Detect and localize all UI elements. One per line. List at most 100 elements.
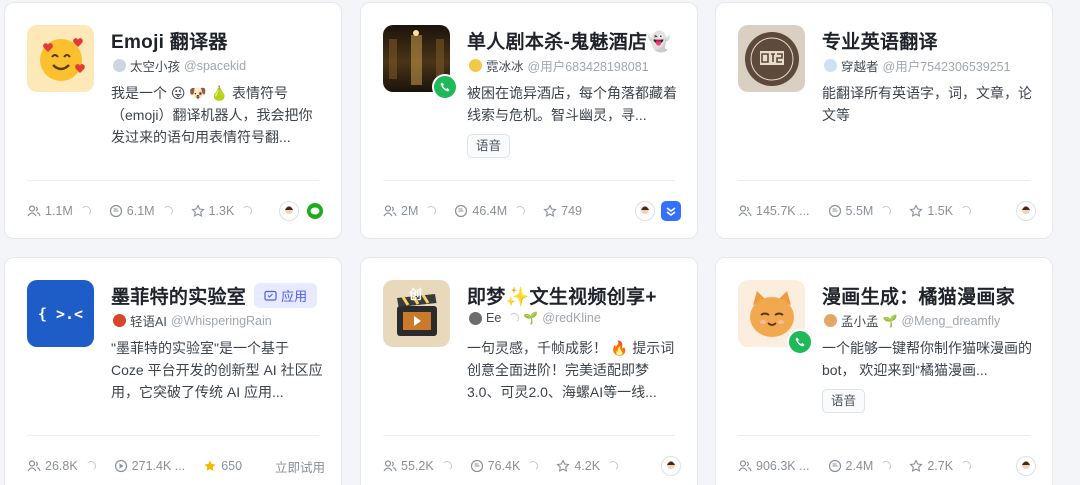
voice-call-icon <box>787 329 813 355</box>
author-name[interactable]: 太空小孩 <box>130 56 180 75</box>
feishu-icon <box>661 201 681 221</box>
loading-spinner-icon <box>528 461 539 471</box>
favorites-count: 4.2K <box>574 459 601 473</box>
creator-avatar-icon <box>279 201 299 221</box>
play-icon <box>114 459 127 473</box>
author-name[interactable]: 穿越者 <box>841 56 879 75</box>
message-icon <box>470 459 483 473</box>
messages-count: 6.1M <box>126 204 155 218</box>
bot-title[interactable]: 即梦✨文生视频创享+ <box>467 282 657 309</box>
users-icon <box>27 205 41 217</box>
divider <box>27 435 319 436</box>
message-icon <box>455 204 468 218</box>
bot-card-emoji-translator[interactable]: Emoji 翻译器 太空小孩 @spacekid 我是一个 😜 🐶 🍐 表情符号… <box>4 2 342 239</box>
author-handle: @spacekid <box>184 58 247 73</box>
bot-description: 被困在诡异酒店，每个角落都藏着线索与危机。智斗幽灵，寻... <box>467 85 677 123</box>
runs-stat: 271.4K ... <box>114 459 186 473</box>
bot-card-english-translation[interactable]: 专业英语翻译 穿越者 @用户7542306539251 能翻译所有英语字，词，文… <box>715 2 1053 239</box>
author-handle: @WhisperingRain <box>170 313 272 328</box>
bot-stats: 26.8K 271.4K ... 650 立即试用 <box>27 455 325 477</box>
author-avatar <box>113 59 126 72</box>
bot-title[interactable]: 单人剧本杀-鬼魅酒店👻 <box>467 27 671 54</box>
users-icon <box>738 205 752 217</box>
folder-icon <box>264 290 277 301</box>
users-icon <box>738 460 752 472</box>
divider <box>738 180 1030 181</box>
try-now-link[interactable]: 立即试用 <box>275 457 325 476</box>
star-icon <box>909 459 924 472</box>
sprout-icon: 🌱 <box>882 313 898 328</box>
favorites-count: 1.3K <box>208 204 235 218</box>
author-avatar <box>469 311 482 325</box>
bot-title[interactable]: 专业英语翻译 <box>822 27 938 54</box>
favorites-stat: 2.7K <box>909 459 972 473</box>
messages-stat: 2.4M <box>828 459 892 473</box>
bot-card-haunted-hotel[interactable]: 单人剧本杀-鬼魅酒店👻 霓冰冰 @用户683428198081 被困在诡异酒店，… <box>360 2 698 239</box>
runs-count: 271.4K ... <box>131 459 186 473</box>
creator-avatar-icon <box>635 201 655 221</box>
bot-stats: 906.3K ... 2.4M 2.7K <box>738 455 1036 477</box>
author-name[interactable]: 霓冰冰 <box>486 56 524 75</box>
author-handle: @用户683428198081 <box>527 60 649 74</box>
voice-call-icon <box>432 74 458 100</box>
author-name[interactable]: Ee <box>486 311 501 325</box>
users-count: 145.7K ... <box>756 204 810 218</box>
loading-spinner-icon <box>242 206 253 216</box>
favorites-count: 650 <box>221 459 243 473</box>
favorites-stat: 1.3K <box>190 204 253 218</box>
users-icon <box>383 460 397 472</box>
sprout-icon: 🌱 <box>523 311 539 325</box>
bot-stats: 145.7K ... 5.5M 1.5K <box>738 200 1036 222</box>
creator-avatar-icon <box>1016 201 1036 221</box>
stamp-logo-icon <box>744 31 799 86</box>
messages-count: 76.4K <box>487 459 521 473</box>
bot-title[interactable]: 漫画生成：橘猫漫画家 <box>822 282 1015 309</box>
favorites-count: 2.7K <box>927 459 954 473</box>
users-stat: 2M <box>383 204 437 218</box>
author-handle: @Meng_dreamfly <box>901 313 1001 328</box>
users-stat: 26.8K <box>27 459 96 473</box>
bot-card-jimeng-video[interactable]: 创 即梦✨文生视频创享+ Ee 🌱 @redKline 一句灵感，千帧成影！ 🔥… <box>360 257 698 485</box>
bot-avatar: { >.< <box>27 280 94 347</box>
divider <box>27 180 319 181</box>
bot-stats: 2M 46.4M 749 <box>383 200 681 222</box>
loading-spinner-icon <box>85 461 96 471</box>
loading-spinner-icon <box>426 206 437 216</box>
loading-spinner-icon <box>881 206 892 216</box>
creator-avatar-icon <box>1016 456 1036 476</box>
loading-spinner-icon <box>608 461 619 471</box>
author-avatar <box>824 59 837 72</box>
divider <box>738 435 1030 436</box>
users-stat: 145.7K ... <box>738 204 810 218</box>
users-icon <box>383 205 397 217</box>
voice-tag: 语音 <box>822 389 866 413</box>
author-name[interactable]: 轻语AI <box>130 311 167 330</box>
voice-tag: 语音 <box>467 134 511 158</box>
wechat-icon <box>305 201 325 221</box>
bot-card-murphy-lab[interactable]: { >.< 墨菲特的实验室 应用 轻语AI @WhisperingRain "墨… <box>4 257 342 485</box>
users-stat: 1.1M <box>27 204 91 218</box>
star-icon <box>556 459 571 472</box>
bot-title[interactable]: Emoji 翻译器 <box>111 27 228 54</box>
divider <box>383 435 675 436</box>
bot-avatar: 创 <box>383 280 450 347</box>
author-name[interactable]: 孟小孟 <box>841 311 879 330</box>
app-label: 应用 <box>281 288 308 304</box>
users-count: 26.8K <box>45 459 78 473</box>
loading-spinner-icon <box>961 206 972 216</box>
messages-stat: 76.4K <box>470 459 539 473</box>
app-tag: 应用 <box>254 282 318 308</box>
messages-count: 2.4M <box>845 459 874 473</box>
messages-count: 46.4M <box>472 204 508 218</box>
bot-stats: 55.2K 76.4K 4.2K <box>383 455 681 477</box>
users-count: 55.2K <box>401 459 434 473</box>
users-icon <box>27 460 41 472</box>
author-handle: @用户7542306539251 <box>882 60 1011 74</box>
author-avatar <box>824 314 837 327</box>
favorites-stat: 749 <box>543 204 582 218</box>
favorites-stat: 650 <box>203 459 242 473</box>
bot-card-cat-comic[interactable]: 漫画生成：橘猫漫画家 孟小孟 🌱 @Meng_dreamfly 一个能够一键帮你… <box>715 257 1053 485</box>
bot-title[interactable]: 墨菲特的实验室 <box>111 282 246 309</box>
bot-description: "墨菲特的实验室"是一个基于 Coze 平台开发的创新型 AI 社区应用，它突破… <box>111 340 323 400</box>
loading-spinner-icon <box>162 206 173 216</box>
